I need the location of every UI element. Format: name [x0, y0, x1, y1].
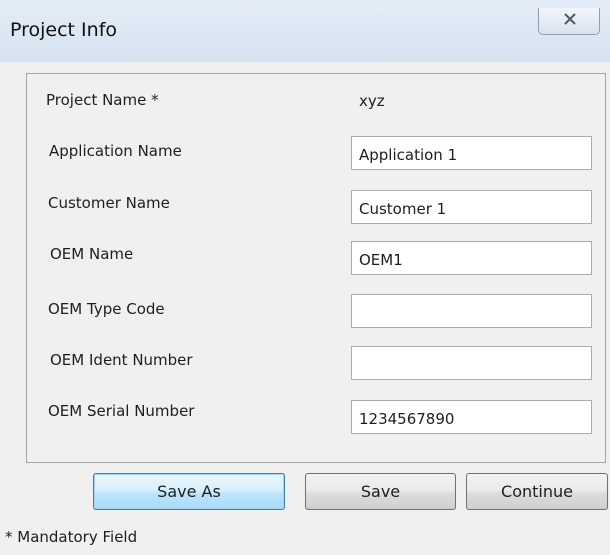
project-name-label: Project Name *	[46, 91, 159, 109]
oem-serial-number-field[interactable]: 1234567890	[351, 400, 592, 434]
customer-name-label: Customer Name	[48, 194, 170, 212]
close-icon	[564, 13, 576, 25]
oem-name-label: OEM Name	[50, 245, 134, 263]
continue-button[interactable]: Continue	[466, 473, 608, 510]
dialog-body: Project Name * xyz Application Name Appl…	[0, 62, 610, 555]
oem-ident-number-field[interactable]	[351, 346, 592, 380]
oem-name-field[interactable]: OEM1	[351, 241, 592, 275]
application-name-label: Application Name	[49, 142, 182, 160]
mandatory-field-note: * Mandatory Field	[5, 528, 138, 546]
save-as-button[interactable]: Save As	[93, 473, 285, 510]
oem-type-code-label: OEM Type Code	[48, 300, 165, 318]
project-name-field: xyz	[351, 82, 592, 116]
application-name-field[interactable]: Application 1	[351, 136, 592, 170]
oem-type-code-field[interactable]	[351, 294, 592, 328]
oem-serial-number-label: OEM Serial Number	[48, 402, 195, 420]
customer-name-field[interactable]: Customer 1	[351, 190, 592, 224]
window-title: Project Info	[10, 19, 118, 41]
window-titlebar: Project Info	[0, 0, 610, 62]
save-button[interactable]: Save	[305, 473, 456, 510]
oem-ident-number-label: OEM Ident Number	[50, 351, 193, 369]
close-button[interactable]	[538, 8, 600, 35]
